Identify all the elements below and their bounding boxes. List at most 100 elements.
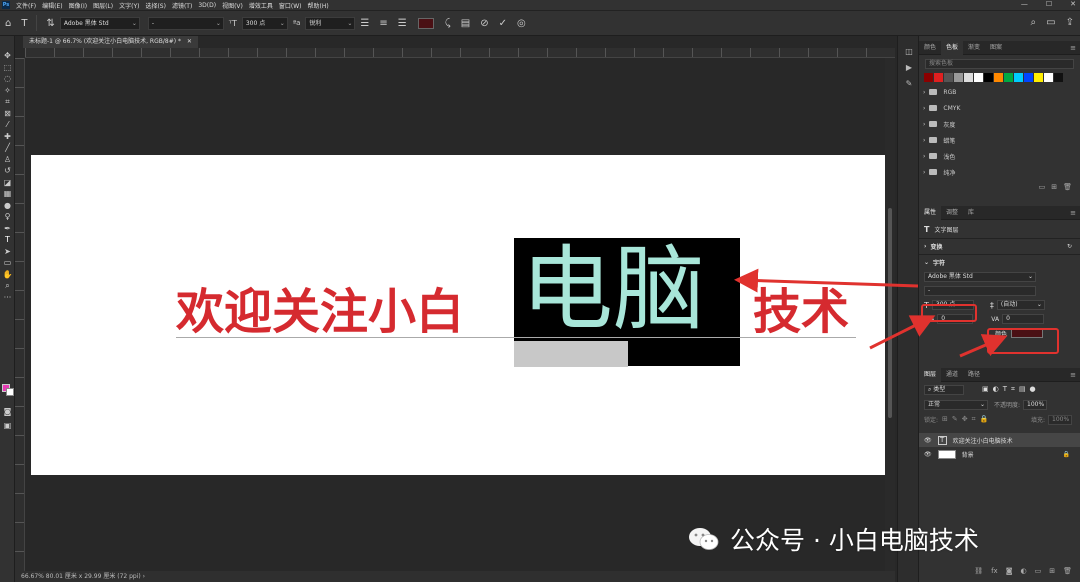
character-section[interactable]: ⌄ 字符: [919, 254, 1080, 270]
panel-menu-icon[interactable]: ≡: [1070, 371, 1076, 379]
history-brush-tool-icon[interactable]: ↺: [0, 165, 15, 177]
font-family-select[interactable]: Adobe 黑体 Std ⌄: [59, 16, 140, 30]
tab-properties[interactable]: 属性: [919, 205, 942, 220]
text-orientation-icon[interactable]: ⇅: [46, 18, 54, 29]
swatch-8[interactable]: [1004, 73, 1013, 82]
swatch-0[interactable]: [924, 73, 933, 82]
adjustment-icon[interactable]: ◐: [1021, 567, 1027, 575]
brush-tool-icon[interactable]: ╱: [0, 142, 15, 154]
font-size-select[interactable]: 300 点 ⌄: [241, 16, 288, 30]
zoom-tool-icon[interactable]: ⌕: [0, 280, 15, 292]
eye-icon[interactable]: 👁: [924, 437, 932, 444]
align-left-icon[interactable]: ☰: [360, 18, 369, 29]
swatch-12[interactable]: [1044, 73, 1053, 82]
eye-icon[interactable]: 👁: [924, 451, 932, 458]
tab-libraries[interactable]: 库: [963, 206, 979, 220]
group-icon[interactable]: ▭: [1035, 567, 1042, 575]
swatch-10[interactable]: [1024, 73, 1033, 82]
menu-type[interactable]: 文字(Y): [119, 1, 139, 10]
menu-file[interactable]: 文件(F): [16, 1, 36, 10]
opacity-field[interactable]: 100%: [1023, 399, 1048, 410]
prop-leading-select[interactable]: (自动) ⌄: [996, 300, 1045, 310]
blur-tool-icon[interactable]: ●: [0, 200, 15, 212]
swatch-1[interactable]: [934, 73, 943, 82]
fx-icon[interactable]: fx: [991, 567, 998, 575]
lock-icons[interactable]: ⊞✎✥⌗🔒: [942, 415, 992, 424]
prop-font-family-select[interactable]: Adobe 黑体 Std ⌄: [924, 272, 1036, 282]
close-button[interactable]: ✕: [1070, 0, 1076, 8]
canvas-area[interactable]: 欢迎关注小白 电脑 技术: [25, 58, 885, 571]
new-swatch-icon[interactable]: ⊞: [1051, 183, 1057, 191]
crop-tool-icon[interactable]: ⌗: [0, 96, 15, 108]
new-group-icon[interactable]: ▭: [1039, 183, 1046, 191]
scrollbar-thumb[interactable]: [888, 208, 892, 418]
3d-icon[interactable]: ◎: [517, 18, 526, 29]
menu-3d[interactable]: 3D(D): [198, 2, 216, 9]
swatch-group-gray[interactable]: › 灰度: [919, 116, 1080, 132]
swatch-9[interactable]: [1014, 73, 1023, 82]
dodge-tool-icon[interactable]: ♀: [0, 211, 15, 223]
marquee-tool-icon[interactable]: ⬚: [0, 62, 15, 74]
panel-menu-icon[interactable]: ≡: [1070, 209, 1076, 217]
document-canvas[interactable]: 欢迎关注小白 电脑 技术: [31, 155, 885, 475]
stamp-tool-icon[interactable]: ♙: [0, 154, 15, 166]
frame-tool-icon[interactable]: ⊠: [0, 108, 15, 120]
menu-edit[interactable]: 编辑(E): [42, 1, 62, 10]
swatch-13[interactable]: [1054, 73, 1063, 82]
swatches-search-input[interactable]: 搜索色板: [925, 59, 1074, 69]
swatch-group-rgb[interactable]: › RGB: [919, 84, 1080, 100]
maximize-button[interactable]: ☐: [1046, 0, 1052, 8]
type-tool-icon[interactable]: T: [21, 18, 27, 29]
swatch-3[interactable]: [954, 73, 963, 82]
link-icon[interactable]: ⛓: [974, 567, 983, 575]
move-tool-icon[interactable]: ✥: [0, 50, 15, 62]
menu-image[interactable]: 图像(I): [69, 1, 87, 10]
eyedropper-tool-icon[interactable]: ⁄: [0, 119, 15, 131]
new-layer-icon[interactable]: ⊞: [1049, 567, 1055, 575]
workspace-icon[interactable]: ▭: [1046, 17, 1055, 28]
screen-mode-icon[interactable]: ▣: [0, 420, 15, 432]
text-color-swatch[interactable]: [417, 17, 434, 29]
vertical-scrollbar[interactable]: [885, 58, 895, 571]
blend-mode-select[interactable]: 正常 ⌄: [924, 399, 988, 410]
prop-tracking-select[interactable]: 0: [1002, 314, 1045, 324]
anti-alias-select[interactable]: 锐利 ⌄: [305, 16, 356, 30]
healing-brush-tool-icon[interactable]: ✚: [0, 131, 15, 143]
swatch-11[interactable]: [1034, 73, 1043, 82]
prop-font-style-select[interactable]: -: [924, 286, 1036, 296]
mask-icon[interactable]: ◙: [1006, 567, 1013, 575]
commit-icon[interactable]: ✓: [499, 18, 507, 29]
background-color[interactable]: [6, 388, 14, 396]
canvas-text-before[interactable]: 欢迎关注小白: [176, 287, 464, 337]
tab-patterns[interactable]: 图案: [985, 41, 1007, 55]
share-icon[interactable]: ⇪: [1066, 17, 1074, 28]
layer-row-text[interactable]: 👁 T 欢迎关注小白电脑技术: [919, 433, 1080, 447]
menu-view[interactable]: 视图(V): [222, 1, 243, 10]
tab-paths[interactable]: 路径: [963, 368, 985, 382]
quick-mask-icon[interactable]: ◙: [0, 406, 15, 418]
tab-channels[interactable]: 通道: [941, 368, 963, 382]
layer-filter-icons[interactable]: ▣◐T⌗▤●: [982, 385, 1040, 394]
document-tab[interactable]: 未标题-1 @ 66.7% (欢迎关注小白电脑技术, RGB/8#) * ✕: [23, 36, 198, 48]
search-icon[interactable]: ⌕: [1031, 17, 1037, 28]
layer-filter-select[interactable]: ⌕ 类型: [924, 384, 964, 395]
tab-color[interactable]: 颜色: [919, 41, 941, 55]
menu-window[interactable]: 窗口(W): [279, 1, 302, 10]
eraser-tool-icon[interactable]: ◪: [0, 177, 15, 189]
swatch-group-pastel[interactable]: › 蜡笔: [919, 132, 1080, 148]
delete-icon[interactable]: 🗑: [1063, 183, 1072, 191]
menu-plugins[interactable]: 增效工具: [249, 1, 273, 10]
panel-menu-icon[interactable]: ≡: [1070, 44, 1076, 52]
canvas-text-after[interactable]: 技术: [753, 287, 849, 337]
tab-adjustments[interactable]: 调整: [941, 206, 963, 220]
swatch-group-cmyk[interactable]: › CMYK: [919, 100, 1080, 116]
character-panel-icon[interactable]: ▤: [461, 18, 470, 29]
reset-icon[interactable]: ↻: [1067, 243, 1072, 250]
minimize-button[interactable]: —: [1021, 0, 1028, 8]
type-tool-icon[interactable]: T: [0, 234, 15, 246]
menu-layer[interactable]: 图层(L): [93, 1, 113, 10]
font-style-select[interactable]: - ⌄: [147, 16, 224, 30]
align-center-icon[interactable]: ≡: [379, 18, 387, 29]
transform-section[interactable]: › 变换 ↻: [919, 238, 1080, 254]
brush-settings-icon[interactable]: ✎: [898, 76, 920, 92]
